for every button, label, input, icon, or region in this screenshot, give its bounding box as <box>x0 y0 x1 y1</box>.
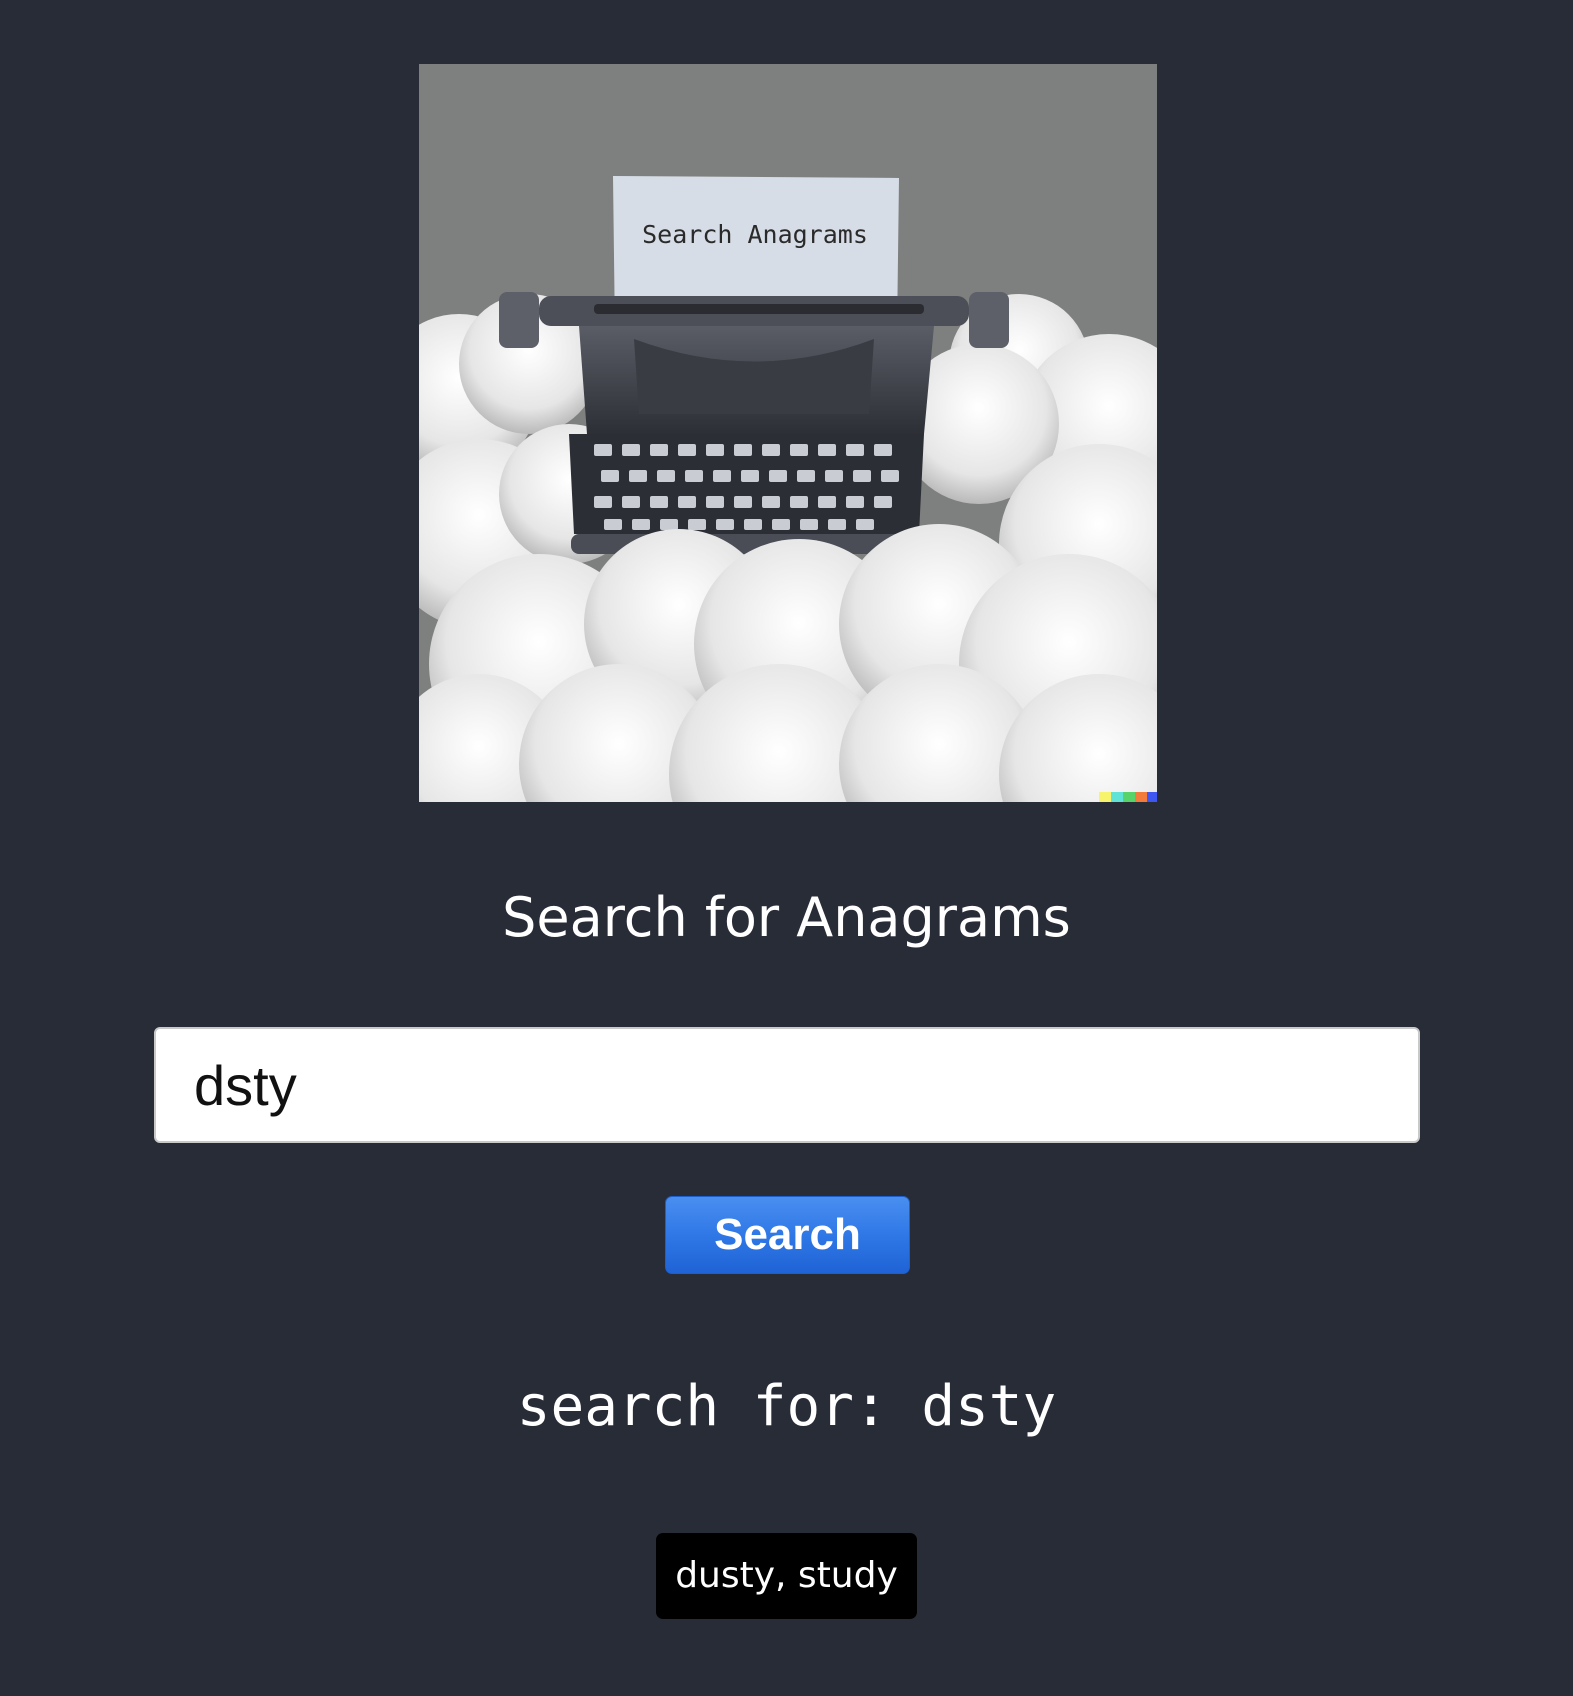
search-button[interactable]: Search <box>665 1196 910 1274</box>
search-input[interactable] <box>154 1027 1420 1143</box>
typewriter-clouds-illustration: Search Anagrams <box>419 64 1157 802</box>
results-container: dusty, study <box>0 1533 1573 1619</box>
paper-text: Search Anagrams <box>642 220 868 249</box>
watermark-squares <box>1099 792 1157 802</box>
anagram-results: dusty, study <box>656 1533 917 1619</box>
page-title: Search for Anagrams <box>502 886 1071 949</box>
hero-image: Search Anagrams <box>419 64 1157 802</box>
front-clouds <box>419 524 1157 802</box>
search-query-echo: search for: dsty <box>516 1374 1057 1439</box>
